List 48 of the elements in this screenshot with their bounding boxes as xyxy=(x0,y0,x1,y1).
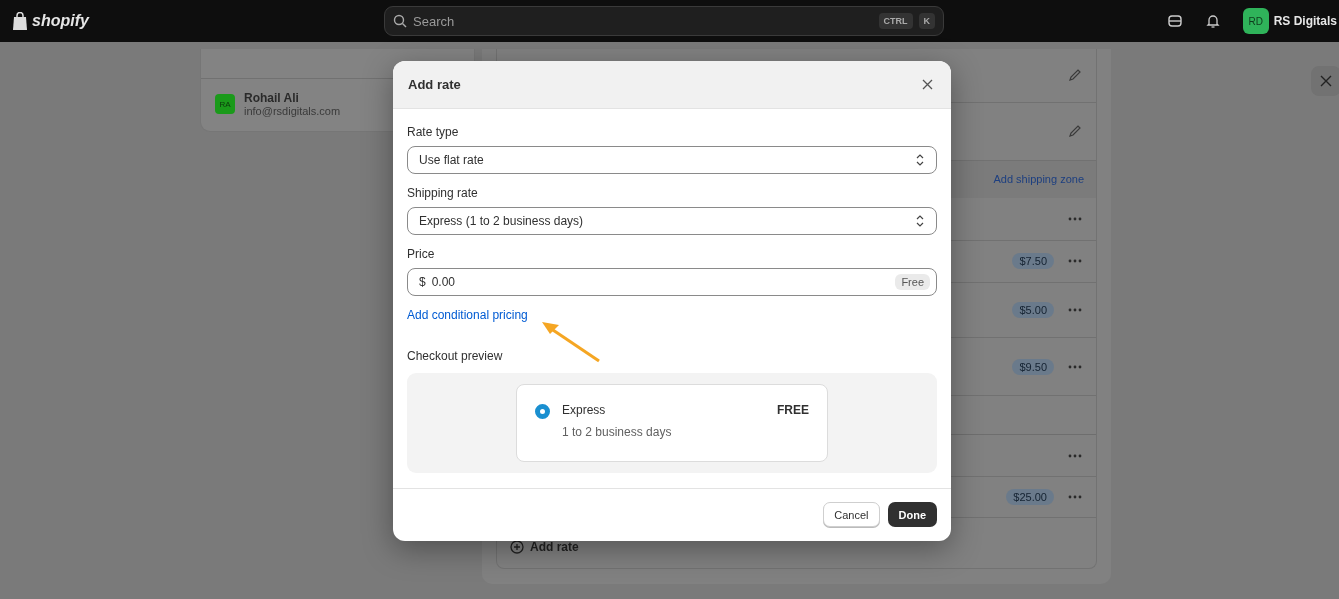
close-icon[interactable] xyxy=(922,79,933,90)
option-price: FREE xyxy=(777,403,809,417)
search-icon xyxy=(393,14,407,28)
close-icon xyxy=(1320,75,1332,87)
dialog-title: Add rate xyxy=(408,77,461,92)
shortcut-key: K xyxy=(918,13,935,29)
store-icon[interactable] xyxy=(1166,13,1183,29)
chevron-updown-icon xyxy=(916,154,924,166)
price-badge: $9.50 xyxy=(1012,358,1054,375)
field-label: Rate type xyxy=(407,125,460,139)
section-label: Checkout preview xyxy=(407,349,504,363)
rate-type-select[interactable]: Use flat rate xyxy=(407,146,937,174)
option-name: Express xyxy=(562,403,607,417)
plus-circle-icon xyxy=(510,539,524,554)
shipping-option-card[interactable]: Express 1 to 2 business days FREE xyxy=(516,384,828,462)
pencil-icon[interactable] xyxy=(1068,68,1082,83)
user-avatar: RA xyxy=(215,94,235,114)
user-name: Rohail Ali xyxy=(244,91,300,105)
shopping-bag-icon xyxy=(12,11,28,31)
shortcut-key: CTRL xyxy=(878,13,913,29)
more-icon[interactable] xyxy=(1068,364,1082,369)
done-button[interactable]: Done xyxy=(887,502,937,527)
chevron-updown-icon xyxy=(916,215,924,227)
user-email: info@rsdigitals.com xyxy=(244,105,341,117)
more-icon[interactable] xyxy=(1068,259,1082,264)
option-detail: 1 to 2 business days xyxy=(562,425,673,439)
price-badge: $7.50 xyxy=(1012,253,1054,270)
field-label: Shipping rate xyxy=(407,186,479,200)
pencil-icon[interactable] xyxy=(1068,124,1082,139)
more-icon[interactable] xyxy=(1068,307,1082,312)
shipping-rate-select[interactable]: Express (1 to 2 business days) xyxy=(407,207,937,235)
add-conditional-pricing-link[interactable]: Add conditional pricing xyxy=(407,308,528,322)
search-field[interactable]: Search CTRL K xyxy=(384,6,944,36)
radio-button[interactable] xyxy=(535,404,550,419)
free-badge: Free xyxy=(895,274,930,290)
store-name[interactable]: RS Digitals xyxy=(1273,14,1339,28)
price-badge: $25.00 xyxy=(1006,489,1054,506)
price-badge: $5.00 xyxy=(1012,301,1054,318)
bell-icon[interactable] xyxy=(1204,13,1221,29)
logo-text[interactable]: shopify xyxy=(32,12,89,30)
more-icon[interactable] xyxy=(1068,495,1082,500)
more-icon[interactable] xyxy=(1068,453,1082,458)
account-avatar[interactable]: RD xyxy=(1242,8,1269,34)
close-button[interactable] xyxy=(1311,66,1339,96)
field-label: Price xyxy=(407,247,436,261)
more-icon[interactable] xyxy=(1068,216,1082,221)
price-field[interactable]: $ 0.00 Free xyxy=(407,268,937,296)
cancel-button[interactable]: Cancel xyxy=(823,502,880,527)
